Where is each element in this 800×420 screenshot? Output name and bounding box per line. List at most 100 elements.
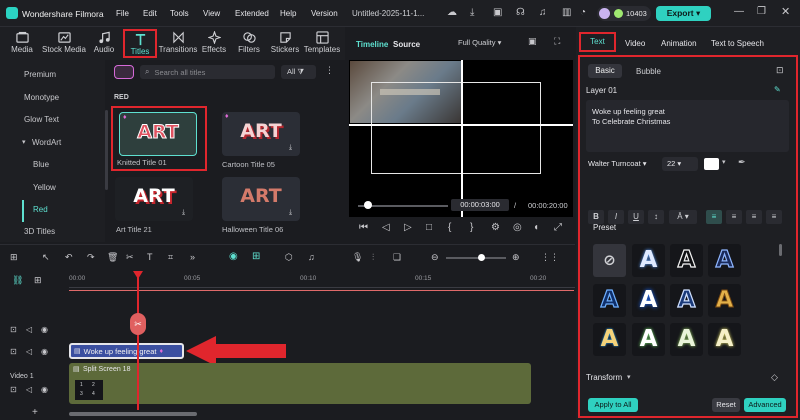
audio-mix-icon[interactable]: ♫: [308, 252, 315, 262]
gift-icon[interactable]: ▣: [493, 7, 502, 18]
camera-icon[interactable]: ◎: [513, 222, 522, 233]
italic-button[interactable]: I: [608, 210, 624, 224]
settings-icon[interactable]: ⚙: [491, 222, 500, 233]
preset-white-outline[interactable]: A: [670, 244, 703, 277]
zoom-slider[interactable]: [446, 257, 506, 259]
underline-button[interactable]: U: [628, 210, 644, 224]
category-red[interactable]: Red: [33, 205, 48, 214]
text-content-box[interactable]: Woke up feeling great To Celebrate Chris…: [586, 100, 789, 152]
title-card-art[interactable]: ART ⤓: [115, 177, 193, 221]
more-icon[interactable]: »: [190, 252, 195, 262]
download-icon[interactable]: ⤓: [182, 209, 185, 217]
marker-icon[interactable]: ⊞: [252, 251, 260, 262]
export-button[interactable]: Export ▾: [656, 6, 711, 21]
mute-icon[interactable]: ◁: [26, 385, 32, 394]
preset-royal[interactable]: A: [670, 284, 703, 317]
eyedropper-icon[interactable]: ✒: [738, 157, 746, 168]
font-size-dropdown[interactable]: 22 ▾: [662, 157, 698, 171]
save-preset-icon[interactable]: ⊡: [776, 65, 784, 76]
maximize-icon[interactable]: ❐: [757, 6, 766, 17]
category-premium[interactable]: Premium: [24, 70, 56, 79]
tool-transitions[interactable]: Transitions: [158, 29, 198, 58]
close-icon[interactable]: ✕: [781, 5, 790, 18]
subtab-bubble[interactable]: Bubble: [636, 67, 661, 76]
tab-text-to-speech[interactable]: Text to Speech: [711, 39, 764, 48]
category-glow-text[interactable]: Glow Text: [24, 115, 59, 124]
category-yellow[interactable]: Yellow: [33, 183, 56, 192]
tool-media[interactable]: Media: [0, 29, 44, 58]
menu-view[interactable]: View: [203, 9, 220, 18]
color-swatch[interactable]: [704, 158, 719, 170]
stop-icon[interactable]: □: [426, 222, 432, 233]
layout-icon[interactable]: ⊞: [10, 252, 18, 263]
credits-badge[interactable]: 10403: [597, 6, 651, 21]
crop-icon[interactable]: ⌗: [168, 252, 173, 263]
play-icon[interactable]: ▷: [404, 222, 412, 233]
font-dropdown[interactable]: Walter Turncoat ▾: [588, 157, 658, 171]
ai-text-icon[interactable]: ✎: [774, 85, 781, 94]
transform-label[interactable]: Transform: [586, 373, 622, 382]
more-icon[interactable]: ⋮: [325, 65, 334, 76]
undo-icon[interactable]: ↶: [65, 252, 73, 263]
download-icon[interactable]: ⤓: [470, 7, 474, 18]
title-card-cartoon[interactable]: ART ♦ ⤓: [222, 112, 300, 156]
text-spacing-button[interactable]: ↕: [648, 210, 664, 224]
keyframe-icon[interactable]: ◇: [771, 372, 778, 383]
chevron-down-icon[interactable]: ▾: [722, 158, 726, 166]
tool-audio[interactable]: Audio: [83, 29, 125, 58]
title-clip[interactable]: ▤ Woke up feeling great ♦: [69, 343, 184, 359]
menu-tools[interactable]: Tools: [170, 9, 189, 18]
redo-icon[interactable]: ↷: [87, 252, 95, 263]
notification-icon[interactable]: ◔: [580, 7, 586, 18]
delete-icon[interactable]: 🗑: [107, 252, 118, 263]
title-card-knitted[interactable]: ART ♦ Knitted Title 01: [111, 106, 207, 171]
tool-stock-media[interactable]: Stock Media: [40, 29, 88, 58]
eye-icon[interactable]: ◉: [41, 385, 48, 394]
zoom-out-icon[interactable]: ⊖: [431, 252, 439, 263]
mute-icon[interactable]: ◁: [26, 347, 32, 356]
menu-help[interactable]: Help: [280, 9, 296, 18]
category-blue[interactable]: Blue: [33, 160, 49, 169]
preview-canvas[interactable]: [349, 60, 573, 217]
menu-edit[interactable]: Edit: [143, 9, 157, 18]
prev-frame-icon[interactable]: ⏮: [359, 222, 368, 233]
add-track-icon[interactable]: ⊞: [34, 275, 42, 286]
tab-timeline[interactable]: Timeline: [356, 40, 388, 49]
mic-icon[interactable]: 🎙: [352, 252, 363, 263]
menu-version[interactable]: Version: [311, 9, 338, 18]
advanced-button[interactable]: Advanced: [744, 398, 786, 412]
preset-green-glow[interactable]: A: [632, 323, 665, 356]
playhead-top[interactable]: [133, 271, 143, 279]
favorite-button[interactable]: [114, 65, 134, 79]
layers-icon[interactable]: ❏: [393, 252, 401, 263]
grip-icon[interactable]: ⋮⋮: [541, 252, 559, 263]
tool-effects[interactable]: Effects: [196, 29, 232, 58]
select-icon[interactable]: ↖: [42, 252, 50, 263]
title-card-halloween[interactable]: ART ⤓: [222, 177, 300, 221]
text-tool-icon[interactable]: T: [147, 252, 153, 262]
timeline-scrollbar[interactable]: [69, 412, 197, 416]
link-icon[interactable]: ⛓: [12, 275, 23, 286]
volume-icon[interactable]: ◖: [533, 222, 539, 233]
motion-track-icon[interactable]: ◉: [229, 251, 238, 262]
preset-none[interactable]: ⊘: [593, 244, 626, 277]
headset-icon[interactable]: ☊: [516, 7, 525, 18]
lock-icon[interactable]: ⊡: [10, 325, 17, 334]
split-icon[interactable]: ✂: [126, 252, 134, 263]
step-back-icon[interactable]: ◁: [382, 222, 390, 233]
shield-icon[interactable]: ⬡: [285, 252, 293, 263]
split-marker[interactable]: ✂: [130, 313, 146, 335]
fullscreen-icon[interactable]: ⤢: [554, 222, 562, 233]
mute-icon[interactable]: ◁: [26, 325, 32, 334]
align-right-button[interactable]: ≡: [746, 210, 762, 224]
ruler[interactable]: [69, 287, 575, 288]
menu-extended[interactable]: Extended: [235, 9, 269, 18]
work-area-bar[interactable]: [69, 290, 574, 291]
preset-scrollbar[interactable]: [779, 244, 782, 256]
preset-lime[interactable]: A: [670, 323, 703, 356]
category-monotype[interactable]: Monotype: [24, 93, 59, 102]
menu-file[interactable]: File: [116, 9, 129, 18]
lock-icon[interactable]: ⊡: [10, 347, 17, 356]
subtab-basic[interactable]: Basic: [588, 64, 622, 78]
snapshot-icon[interactable]: ▣: [528, 36, 537, 47]
